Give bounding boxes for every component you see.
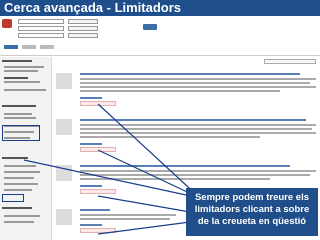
slide-title: Cerca avançada - Limitadors [4,0,182,15]
arrow-line [97,221,191,235]
arrow-line [97,103,201,199]
arrow-line [23,159,201,199]
callout-box: Sempre podem treure els limitadors clica… [186,188,318,236]
callout-line-2: limitadors clicant a sobre [194,204,310,215]
slide-header: Cerca avançada - Limitadors [0,0,320,16]
callout-text: Sempre podem treure els limitadors clica… [190,192,314,228]
callout-line-1: Sempre podem treure els [194,192,310,203]
arrow-line [97,195,191,213]
arrow-line [97,149,201,199]
callout-line-3: de la creueta en qüestió [197,216,307,227]
